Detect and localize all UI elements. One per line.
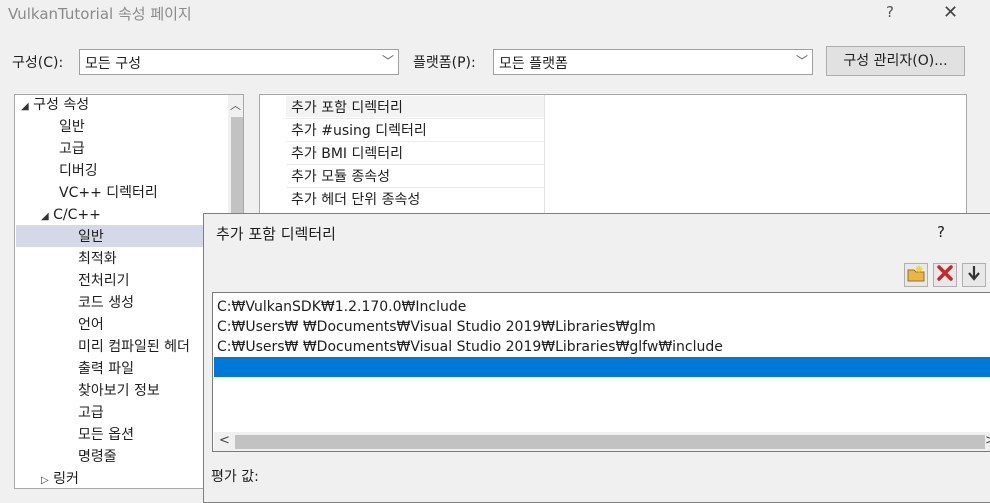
chevron-down-icon: ﹀: [381, 54, 394, 68]
directory-list[interactable]: C:₩VulkanSDK₩1.2.170.0₩Include C:₩Users₩…: [212, 292, 990, 452]
tree-root-label: 구성 속성: [33, 97, 90, 113]
tree-item-cc-advanced[interactable]: 고급: [78, 402, 104, 424]
tree-item-pch[interactable]: 미리 컴파일된 헤더: [78, 336, 190, 358]
grid-row-label[interactable]: 추가 모듈 종속성: [291, 166, 390, 186]
tree-item-debugging[interactable]: 디버깅: [59, 160, 98, 182]
title-bar: VulkanTutorial 속성 페이지 ? ✕: [0, 0, 990, 30]
arrow-down-icon: [968, 266, 980, 281]
grid-row-separator: [286, 118, 544, 119]
config-select[interactable]: 모든 구성 ﹀: [79, 49, 399, 75]
platform-label: 플랫폼(P):: [413, 55, 476, 71]
tree-item-vc-directories[interactable]: VC++ 디렉터리: [59, 182, 158, 204]
config-manager-button[interactable]: 구성 관리자(O)...: [826, 46, 965, 76]
evaluated-value-label: 평가 값:: [211, 469, 259, 485]
tree-item-cc[interactable]: ◢ C/C++: [41, 204, 101, 226]
arrow-down-icon[interactable]: [962, 263, 986, 287]
tree-item-browse-info[interactable]: 찾아보기 정보: [78, 380, 160, 402]
include-directories-dialog: 추가 포함 디렉터리 ? C:₩VulkanSDK₩1.2.170.0₩Incl…: [203, 213, 990, 503]
tree-item-linker-label: 링커: [53, 471, 79, 487]
list-item[interactable]: C:₩VulkanSDK₩1.2.170.0₩Include: [217, 297, 466, 317]
config-label: 구성(C):: [12, 55, 64, 71]
new-folder-icon: [907, 265, 925, 282]
dialog-help-button[interactable]: ?: [937, 223, 945, 241]
selected-empty-row[interactable]: [214, 357, 990, 377]
tree-item-preprocessor[interactable]: 전처리기: [78, 270, 130, 292]
grid-row-separator: [286, 164, 544, 165]
help-button[interactable]: ?: [886, 3, 894, 21]
tree-item-general[interactable]: 일반: [59, 116, 85, 138]
grid-row-separator: [286, 187, 544, 188]
scroll-up-icon[interactable]: ︿: [230, 97, 241, 113]
tree-root[interactable]: ◢ 구성 속성: [21, 95, 90, 116]
tree-item-codegen[interactable]: 코드 생성: [78, 292, 134, 314]
delete-icon: [937, 265, 953, 281]
grid-row-label[interactable]: 추가 BMI 디렉터리: [291, 143, 403, 163]
tree-item-optimization[interactable]: 최적화: [78, 248, 117, 270]
list-item[interactable]: C:₩Users₩ ₩Documents₩Visual Studio 2019₩…: [217, 317, 656, 337]
tree-item-all-options[interactable]: 모든 옵션: [78, 424, 134, 446]
collapsed-triangle-icon: ▷: [41, 475, 49, 486]
list-item[interactable]: C:₩Users₩ ₩Documents₩Visual Studio 2019₩…: [217, 337, 723, 357]
expanded-triangle-icon: ◢: [41, 211, 49, 222]
grid-row-separator: [286, 141, 544, 142]
new-folder-icon[interactable]: [904, 263, 928, 287]
horizontal-scroll-thumb[interactable]: [235, 435, 985, 449]
config-value: 모든 구성: [85, 56, 141, 72]
grid-column-divider: [544, 95, 545, 215]
dialog-title: 추가 포함 디렉터리: [216, 225, 336, 243]
grid-row-label[interactable]: 추가 #using 디렉터리: [291, 120, 427, 140]
platform-select[interactable]: 모든 플랫폼 ﹀: [493, 49, 813, 75]
tree-item-output-files[interactable]: 출력 파일: [78, 358, 134, 380]
tree-item-cc-label: C/C++: [53, 207, 101, 223]
delete-icon[interactable]: [933, 263, 957, 287]
scroll-left-icon[interactable]: <: [219, 433, 230, 448]
grid-row-label[interactable]: 추가 포함 디렉터리: [291, 97, 403, 117]
platform-value: 모든 플랫폼: [499, 56, 568, 72]
tree-item-cc-general[interactable]: 일반: [78, 226, 104, 248]
scroll-right-icon[interactable]: >: [985, 433, 990, 448]
tree-item-advanced[interactable]: 고급: [59, 138, 85, 160]
tree-item-command-line[interactable]: 명령줄: [78, 446, 117, 468]
tree-item-language[interactable]: 언어: [78, 314, 104, 336]
tree-item-linker[interactable]: ▷ 링커: [41, 468, 79, 488]
close-button[interactable]: ✕: [943, 2, 958, 23]
chevron-down-icon: ﹀: [795, 54, 808, 68]
window-title: VulkanTutorial 속성 페이지: [8, 5, 192, 23]
grid-row-label[interactable]: 추가 헤더 단위 종속성: [291, 189, 420, 209]
expanded-triangle-icon: ◢: [21, 101, 29, 112]
tree-selection: [16, 225, 228, 247]
